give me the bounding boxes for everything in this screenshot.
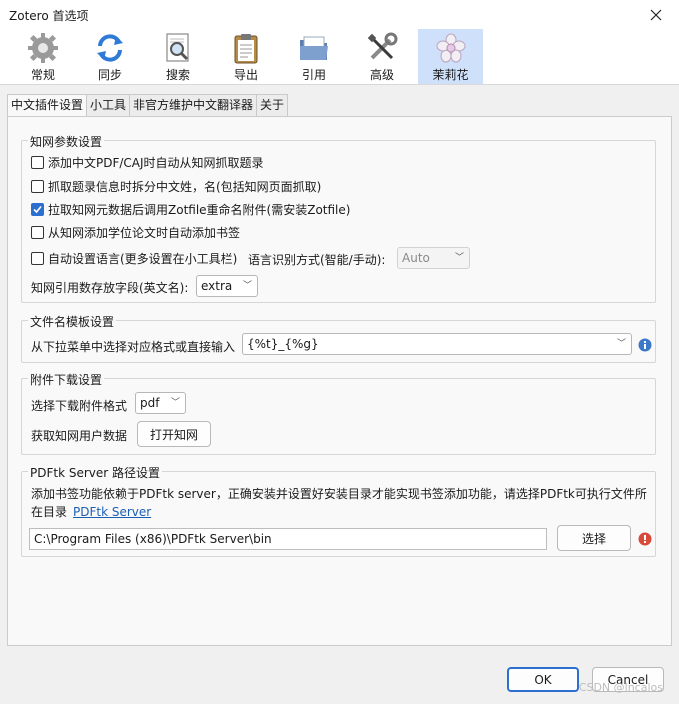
- checkbox[interactable]: [31, 252, 44, 265]
- checkbox-checked[interactable]: [31, 203, 44, 216]
- filename-label: 从下拉菜单中选择对应格式或直接输入: [31, 340, 236, 354]
- cite-field-label: 知网引用数存放字段(英文名):: [31, 281, 189, 295]
- option-auto-language[interactable]: 自动设置语言(更多设置在小工具栏): [31, 250, 237, 267]
- select-value: pdf: [140, 396, 160, 410]
- toolbar-general[interactable]: 常规: [22, 29, 64, 84]
- toolbar-label: 茉莉花: [432, 68, 469, 82]
- option-label: 自动设置语言(更多设置在小工具栏): [48, 252, 238, 266]
- choose-path-button[interactable]: 选择: [557, 525, 631, 551]
- checkbox[interactable]: [31, 156, 44, 169]
- info-icon[interactable]: [638, 338, 652, 352]
- pdftk-path-input[interactable]: C:\Program Files (x86)\PDFtk Server\bin: [29, 528, 547, 550]
- jasmine-flower-icon: [436, 33, 465, 63]
- tab-bar: 中文插件设置 小工具 非官方维护中文翻译器 关于: [7, 94, 289, 117]
- checkbox[interactable]: [31, 226, 44, 239]
- toolbar-export[interactable]: 导出: [225, 29, 267, 84]
- option-label: 添加中文PDF/CAJ时自动从知网抓取题录: [48, 156, 264, 170]
- option-zotfile-rename[interactable]: 拉取知网元数据后调用Zotfile重命名附件(需安装Zotfile): [31, 201, 350, 218]
- clipboard-icon: [234, 34, 258, 64]
- toolbar-label: 搜索: [165, 68, 190, 82]
- tab-about[interactable]: 关于: [256, 94, 289, 116]
- option-label: 拉取知网元数据后调用Zotfile重命名附件(需安装Zotfile): [48, 203, 351, 217]
- tab-tools[interactable]: 小工具: [86, 94, 131, 116]
- filename-template-combo[interactable]: {%t}_{%g} ﹀: [242, 333, 632, 355]
- chevron-down-icon: ﹀: [616, 339, 626, 349]
- cnki-legend: 知网参数设置: [28, 133, 105, 150]
- option-thesis-bookmarks[interactable]: 从知网添加学位论文时自动添加书签: [31, 224, 240, 241]
- close-button[interactable]: [633, 0, 679, 29]
- gear-icon: [28, 33, 58, 63]
- sync-icon: [97, 34, 123, 62]
- chevron-down-icon: ﹀: [170, 398, 180, 408]
- download-legend: 附件下载设置: [28, 371, 105, 388]
- folder-icon: [300, 36, 328, 60]
- pdftk-legend: PDFtk Server 路径设置: [28, 464, 163, 481]
- pdftk-desc-prefix: 在目录: [31, 505, 68, 519]
- checkmark-icon: [33, 205, 42, 214]
- ok-button[interactable]: OK: [507, 667, 579, 692]
- checkbox[interactable]: [31, 180, 44, 193]
- toolbar-label: 引用: [301, 68, 326, 82]
- select-value: Auto: [402, 251, 430, 265]
- download-format-select[interactable]: pdf ﹀: [135, 392, 186, 414]
- toolbar-label: 常规: [30, 68, 55, 82]
- watermark: CSDN @lncalos: [578, 681, 663, 694]
- toolbar-label: 导出: [233, 68, 258, 82]
- toolbar-sync[interactable]: 同步: [89, 29, 131, 84]
- toolbar-label: 同步: [97, 68, 122, 82]
- chevron-down-icon: ﹀: [454, 253, 464, 263]
- option-label: 从知网添加学位论文时自动添加书签: [48, 226, 241, 240]
- error-icon: [638, 532, 652, 546]
- window-title: Zotero 首选项: [9, 9, 89, 23]
- pdftk-server-link[interactable]: PDFtk Server: [73, 505, 151, 519]
- chevron-down-icon: ﹀: [242, 281, 252, 291]
- select-value: {%t}_{%g}: [247, 337, 319, 351]
- close-icon: [650, 9, 662, 20]
- toolbar-advanced[interactable]: 高级: [361, 29, 403, 84]
- user-data-label: 获取知网用户数据: [31, 429, 128, 443]
- toolbar-label: 高级: [369, 68, 394, 82]
- toolbar-jasmine[interactable]: 茉莉花: [418, 29, 483, 84]
- option-auto-fetch[interactable]: 添加中文PDF/CAJ时自动从知网抓取题录: [31, 154, 264, 171]
- title-bar: Zotero 首选项: [0, 0, 679, 29]
- tab-chinese-plugin-settings[interactable]: 中文插件设置: [7, 94, 88, 117]
- pdftk-description: 添加书签功能依赖于PDFtk server，正确安装并设置好安装目录才能实现书签…: [31, 487, 647, 501]
- search-icon: [166, 33, 189, 62]
- cite-field-select[interactable]: extra ﹀: [196, 275, 258, 297]
- lang-mode-select[interactable]: Auto ﹀: [397, 247, 470, 269]
- tools-icon: [367, 32, 398, 60]
- preferences-toolbar: 常规 同步 搜索 导出 引用 高级 茉莉花: [0, 29, 679, 85]
- toolbar-cite[interactable]: 引用: [293, 29, 335, 84]
- option-split-names[interactable]: 抓取题录信息时拆分中文姓，名(包括知网页面抓取): [31, 178, 321, 195]
- option-label: 抓取题录信息时拆分中文姓，名(包括知网页面抓取): [48, 180, 322, 194]
- tab-translators[interactable]: 非官方维护中文翻译器: [129, 94, 258, 116]
- toolbar-search[interactable]: 搜索: [157, 29, 199, 84]
- select-value: extra: [201, 279, 233, 293]
- lang-mode-label: 语言识别方式(智能/手动):: [248, 253, 386, 267]
- pdftk-description-line2: 在目录 PDFtk Server: [31, 503, 151, 520]
- open-cnki-button[interactable]: 打开知网: [137, 421, 211, 447]
- download-format-label: 选择下载附件格式: [31, 399, 128, 413]
- filename-legend: 文件名模板设置: [28, 313, 117, 330]
